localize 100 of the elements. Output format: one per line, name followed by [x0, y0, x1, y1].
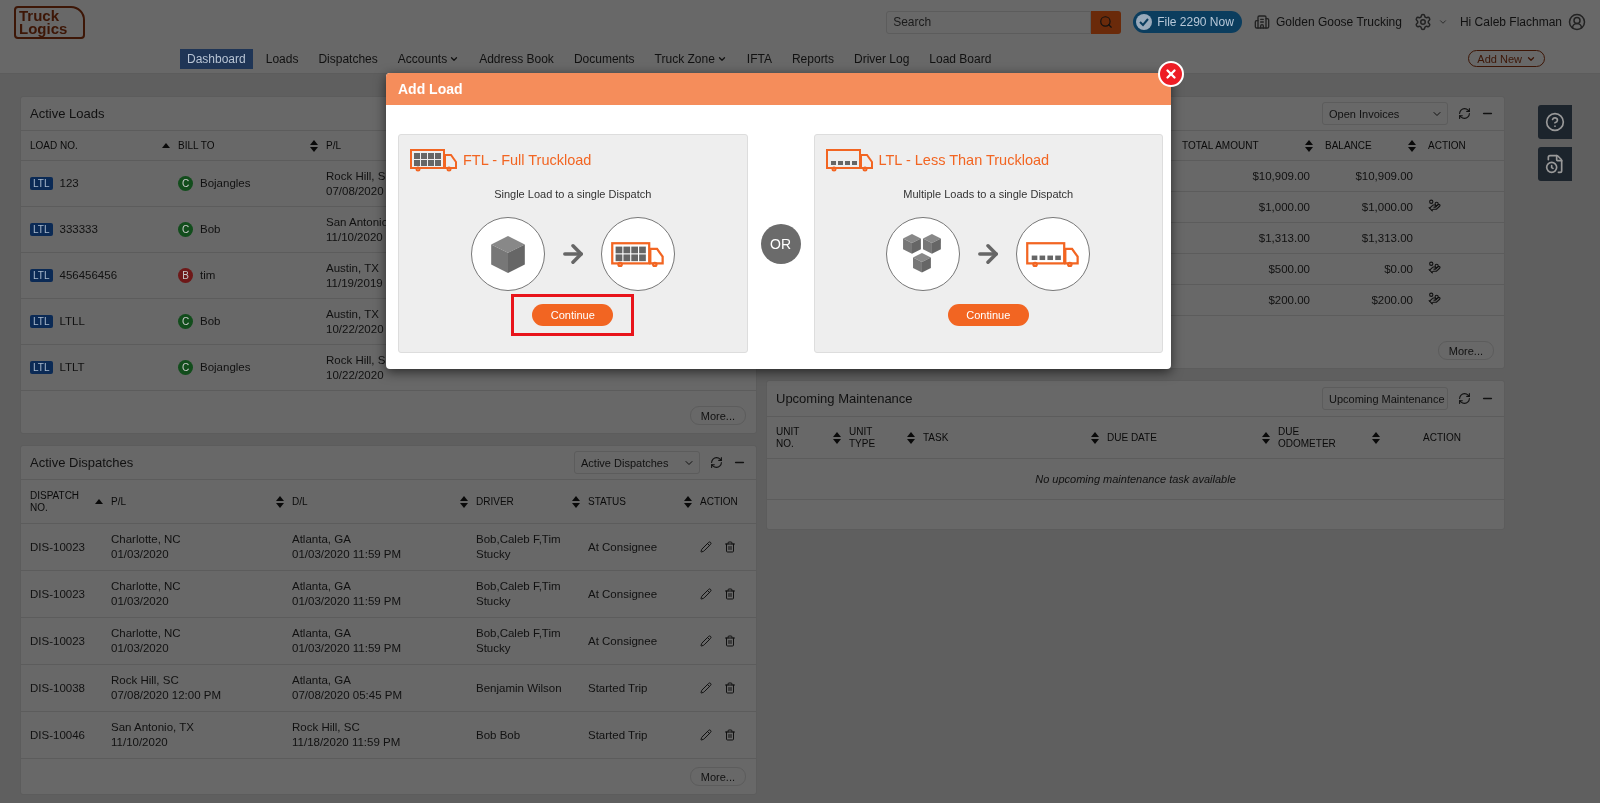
payment-icon[interactable]: [1428, 261, 1441, 274]
sort-ascending-icon[interactable]: [95, 499, 103, 504]
column-header[interactable]: ACTION: [1428, 139, 1466, 152]
table-cell: Started Trip: [588, 727, 648, 743]
sort-ascending-icon[interactable]: [162, 143, 170, 148]
table-cell: LTLL: [59, 314, 85, 329]
table-cell: Charlotte, NC 01/03/2020: [111, 579, 181, 609]
payment-icon[interactable]: [1428, 199, 1441, 212]
column-header[interactable]: ACTION: [1423, 431, 1461, 444]
payment-icon[interactable]: [1428, 292, 1441, 305]
table-cell: At Consignee: [588, 539, 658, 555]
table-cell-text: Benjamin Wilson: [476, 680, 563, 696]
column-header[interactable]: TOTAL AMOUNT: [1182, 139, 1259, 152]
delete-icon[interactable]: [724, 541, 736, 553]
column-header[interactable]: LOAD NO.: [30, 139, 78, 152]
table-cell: Austin, TX 10/22/2020: [326, 306, 384, 337]
column-header[interactable]: DRIVER: [476, 495, 514, 508]
box-icon: [490, 235, 525, 273]
nav-tab[interactable]: Address Book: [472, 48, 561, 69]
user-greeting[interactable]: Hi Caleb Flachman: [1459, 15, 1562, 29]
edit-icon[interactable]: [700, 729, 712, 741]
sort-icon[interactable]: [1372, 431, 1380, 444]
truck-icon: [824, 148, 875, 172]
column-header[interactable]: DUE ODOMETER: [1278, 425, 1348, 450]
company-name[interactable]: Golden Goose Trucking: [1275, 15, 1402, 29]
option-description: Single Load to a single Dispatch: [494, 188, 652, 200]
delete-icon[interactable]: [724, 682, 736, 694]
refresh-icon[interactable]: [1458, 107, 1471, 120]
column-header[interactable]: TASK: [923, 431, 949, 444]
nav-tab[interactable]: Loads: [258, 48, 306, 69]
delete-icon[interactable]: [724, 635, 736, 647]
column-header[interactable]: P/L: [326, 139, 341, 152]
more-button[interactable]: More...: [689, 406, 746, 425]
nav-tab[interactable]: IFTA: [739, 48, 779, 69]
column-header[interactable]: BILL TO: [178, 139, 215, 152]
sort-icon[interactable]: [310, 139, 318, 152]
nav-tab[interactable]: Documents: [566, 48, 642, 69]
empty-message: No upcoming maintenance task available: [767, 459, 1504, 500]
column-header[interactable]: DISPATCH NO.: [30, 489, 80, 514]
filter-dropdown[interactable]: Open Invoices: [1322, 102, 1448, 125]
nav-tab[interactable]: Driver Log: [846, 48, 917, 69]
column-header[interactable]: UNIT NO.: [776, 425, 816, 450]
search-button[interactable]: [1091, 10, 1122, 34]
column-header[interactable]: DUE DATE: [1107, 431, 1157, 444]
more-button[interactable]: More...: [689, 767, 746, 786]
dialog-title: Add Load: [386, 73, 1171, 105]
column-header[interactable]: BALANCE: [1325, 139, 1372, 152]
sort-icon[interactable]: [907, 431, 915, 444]
refresh-icon[interactable]: [1458, 392, 1471, 405]
help-icon: [1545, 112, 1565, 132]
column-header[interactable]: UNIT TYPE: [849, 425, 889, 450]
table-cell: $500.00: [1268, 261, 1310, 277]
nav-tab[interactable]: Accounts: [390, 48, 467, 69]
continue-button[interactable]: Continue: [947, 304, 1029, 326]
column-header[interactable]: STATUS: [588, 495, 626, 508]
filter-dropdown[interactable]: Active Dispatches: [574, 451, 700, 474]
table-cell: Rock Hill, S 07/08/2020: [326, 168, 386, 199]
user-icon[interactable]: [1568, 13, 1586, 31]
edit-icon[interactable]: [700, 682, 712, 694]
sort-icon[interactable]: [1408, 139, 1416, 152]
file-2290-button[interactable]: File 2290 Now: [1133, 11, 1242, 33]
nav-tab[interactable]: Truck Zone: [647, 48, 734, 69]
continue-button[interactable]: Continue: [532, 304, 614, 326]
table-cell: $1,000.00: [1258, 199, 1310, 215]
table-cell: Bob: [200, 222, 221, 237]
edit-icon[interactable]: [700, 541, 712, 553]
sort-icon[interactable]: [1262, 431, 1270, 444]
sort-icon[interactable]: [1091, 431, 1099, 444]
add-new-button[interactable]: Add New: [1468, 50, 1545, 67]
sort-icon[interactable]: [1305, 139, 1313, 152]
search-field[interactable]: Search: [886, 10, 1092, 34]
settings-icon[interactable]: [1413, 13, 1432, 31]
logo[interactable]: Truck Logics: [14, 5, 86, 39]
column-header[interactable]: P/L: [111, 495, 126, 508]
delete-icon[interactable]: [724, 729, 736, 741]
column-header[interactable]: ACTION: [700, 495, 738, 508]
table-cell: DIS-10023: [30, 539, 85, 555]
edit-icon[interactable]: [700, 588, 712, 600]
sort-icon[interactable]: [833, 431, 841, 444]
nav-tab[interactable]: Dispatches: [311, 48, 385, 69]
caret-icon[interactable]: [1437, 17, 1448, 27]
check-badge-icon: [1135, 13, 1154, 31]
sort-icon[interactable]: [276, 495, 284, 508]
help-button[interactable]: [1538, 105, 1572, 139]
filter-dropdown[interactable]: Upcoming Maintenance: [1322, 387, 1448, 410]
option-description: Multiple Loads to a single Dispatch: [903, 188, 1074, 200]
refresh-icon[interactable]: [710, 456, 723, 469]
nav-tab[interactable]: Dashboard: [180, 48, 253, 69]
nav-tab[interactable]: Reports: [784, 48, 841, 69]
more-button[interactable]: More...: [1437, 341, 1494, 360]
nav-tab[interactable]: Load Board: [922, 48, 999, 69]
table-cell: San Antonio, TX 11/10/2020: [111, 720, 194, 750]
edit-icon[interactable]: [700, 635, 712, 647]
table-cell: Atlanta, GA 01/03/2020 11:59 PM: [292, 626, 402, 656]
sort-icon[interactable]: [684, 495, 692, 508]
column-header[interactable]: D/L: [292, 495, 308, 508]
sort-icon[interactable]: [460, 495, 468, 508]
delete-icon[interactable]: [724, 588, 736, 600]
document-history-button[interactable]: [1538, 147, 1572, 181]
sort-icon[interactable]: [572, 495, 580, 508]
